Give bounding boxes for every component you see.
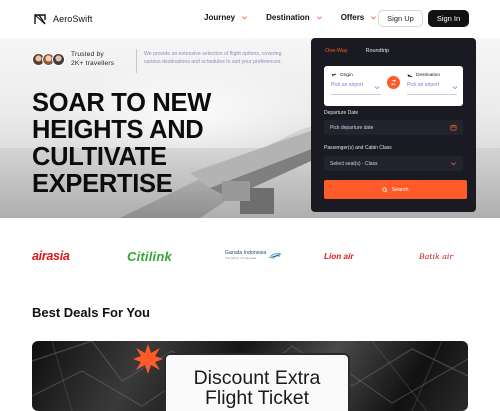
trust-line-2: 2K+ travellers bbox=[71, 60, 115, 67]
chevron-down-icon bbox=[242, 16, 248, 20]
headline-line: CULTIVATE bbox=[32, 143, 167, 171]
trust-indicator: Trusted by 2K+ travellers bbox=[32, 50, 114, 68]
origin-underline bbox=[331, 94, 381, 95]
trust-line-1: Trusted by bbox=[71, 51, 104, 58]
sign-up-button[interactable]: Sign Up bbox=[378, 10, 423, 27]
chevron-down-icon bbox=[316, 16, 322, 20]
search-icon bbox=[382, 186, 388, 193]
departure-date-placeholder: Pick departure date bbox=[330, 124, 374, 131]
chevron-down-icon bbox=[452, 86, 458, 90]
chevron-down-icon bbox=[451, 162, 456, 166]
flight-search-panel: One-Way Roundtrip Origin Pick an airport… bbox=[311, 38, 476, 212]
brand[interactable]: AeroSwift bbox=[33, 12, 92, 26]
origin-destination-card: Origin Pick an airport Destination Pick … bbox=[324, 66, 463, 106]
hero-headline: SOAR TO NEW HEIGHTS AND CULTIVATE EXPERT… bbox=[32, 90, 211, 198]
tab-one-way[interactable]: One-Way bbox=[325, 48, 348, 54]
menu-item-offers[interactable]: Offers bbox=[341, 13, 378, 22]
airline-tagline: The Airline of Indonesia bbox=[225, 256, 257, 260]
origin-input[interactable]: Pick an airport bbox=[331, 82, 363, 88]
swap-icon bbox=[391, 79, 396, 86]
discount-line: Flight Ticket bbox=[204, 387, 310, 409]
hero-description: We provide an extensive selection of fli… bbox=[144, 51, 282, 65]
menu-item-journey[interactable]: Journey bbox=[204, 13, 248, 22]
airline-name: Citilink bbox=[127, 248, 172, 264]
starburst-icon bbox=[133, 344, 163, 374]
departure-date-input[interactable]: Pick departure date bbox=[324, 120, 463, 135]
section-title-best-deals: Best Deals For You bbox=[32, 305, 150, 320]
swap-button[interactable] bbox=[387, 76, 400, 89]
menu-item-destination[interactable]: Destination bbox=[266, 13, 323, 22]
passengers-placeholder: Select seat(s) - Class bbox=[330, 160, 378, 167]
garuda-bird-icon bbox=[268, 253, 282, 260]
aeroswift-logo-icon bbox=[34, 14, 46, 25]
discount-text: Discount Extra Flight Ticket bbox=[166, 368, 348, 408]
passengers-label: Passenger(s) and Cabin Class bbox=[324, 145, 392, 151]
destination-underline bbox=[407, 94, 457, 95]
garuda-logo[interactable]: Garuda Indonesia The Airline of Indonesi… bbox=[225, 238, 282, 274]
discount-line: Discount Extra bbox=[193, 367, 321, 389]
trip-type-tabs: One-Way Roundtrip bbox=[325, 48, 389, 54]
destination-label: Destination bbox=[407, 72, 440, 78]
airline-name: Lion air bbox=[324, 251, 354, 261]
traveller-avatars bbox=[32, 52, 65, 66]
search-button[interactable]: Search bbox=[324, 180, 467, 199]
airline-name: airasia bbox=[32, 249, 70, 263]
lion-air-logo[interactable]: Lion air bbox=[324, 238, 354, 274]
menu-item-label: Destination bbox=[266, 13, 310, 22]
menu-item-label: Journey bbox=[204, 13, 236, 22]
sign-in-button[interactable]: Sign In bbox=[428, 10, 469, 27]
plane-takeoff-icon bbox=[331, 73, 337, 77]
avatar bbox=[52, 52, 65, 66]
destination-field[interactable]: Destination bbox=[407, 72, 440, 78]
batik-air-logo[interactable]: Batik air bbox=[419, 238, 453, 274]
chevron-down-icon bbox=[371, 16, 377, 20]
brand-name: AeroSwift bbox=[53, 14, 93, 24]
headline-line: SOAR TO NEW bbox=[32, 89, 211, 117]
airasia-logo[interactable]: airasia bbox=[32, 238, 70, 274]
origin-label-text: Origin bbox=[340, 72, 353, 78]
discount-card: Discount Extra Flight Ticket bbox=[164, 353, 350, 411]
departure-date-label: Departure Date bbox=[324, 110, 359, 116]
passengers-select[interactable]: Select seat(s) - Class bbox=[324, 156, 463, 171]
airline-partners: airasia Citilink Garuda Indonesia The Ai… bbox=[0, 238, 500, 274]
origin-label: Origin bbox=[331, 72, 353, 78]
trust-text: Trusted by 2K+ travellers bbox=[71, 50, 114, 68]
main-menu: Journey Destination Offers bbox=[204, 13, 377, 22]
search-button-label: Search bbox=[391, 186, 409, 193]
menu-item-label: Offers bbox=[340, 13, 365, 22]
headline-line: EXPERTISE bbox=[32, 170, 173, 198]
headline-line: HEIGHTS AND bbox=[32, 116, 204, 144]
citilink-logo[interactable]: Citilink bbox=[127, 238, 172, 274]
deal-banner[interactable]: Discount Extra Flight Ticket bbox=[32, 341, 468, 411]
airline-name: Batik air bbox=[419, 251, 454, 261]
origin-field[interactable]: Origin bbox=[331, 72, 353, 78]
tab-roundtrip[interactable]: Roundtrip bbox=[366, 48, 389, 54]
chevron-down-icon bbox=[374, 86, 380, 90]
destination-label-text: Destination bbox=[416, 72, 440, 78]
divider bbox=[136, 49, 137, 73]
plane-landing-icon bbox=[407, 74, 413, 78]
calendar-icon bbox=[450, 124, 457, 131]
top-navbar: AeroSwift Journey Destination Offers Sig… bbox=[0, 0, 500, 38]
destination-input[interactable]: Pick an airport bbox=[407, 82, 439, 88]
